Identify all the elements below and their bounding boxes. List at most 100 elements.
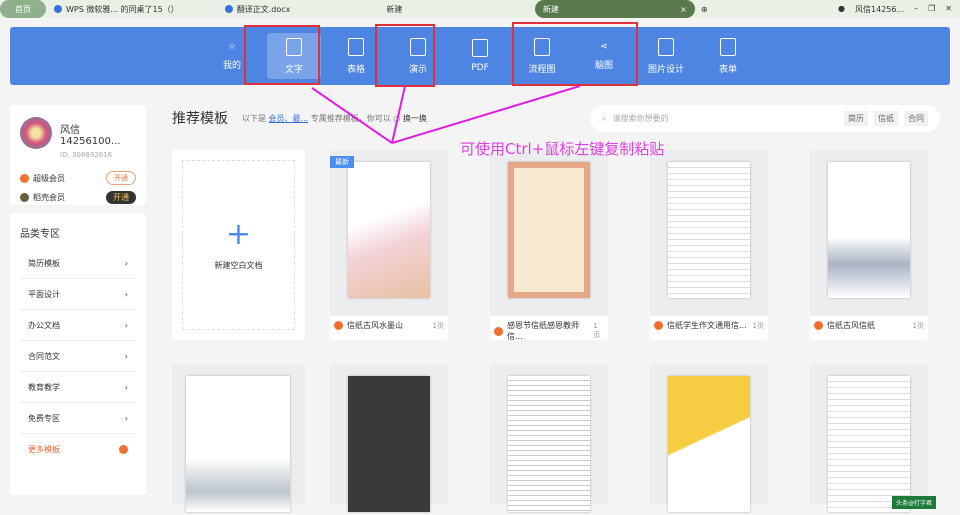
highlight-box: [375, 24, 435, 87]
search-input[interactable]: 请搜索你想要的: [612, 113, 668, 124]
category-item[interactable]: 教育教学 ›: [20, 372, 136, 403]
tab-new1[interactable]: 新建: [378, 0, 410, 18]
subtitle-text: 专属推荐模板，你可以: [310, 113, 391, 123]
doc-type-nav: ☆ 我的 文字 表格 演示 PDF 流程图 ⋖ 脑图 图片设计 表单: [10, 27, 950, 85]
category-item[interactable]: 办公文档 ›: [20, 310, 136, 341]
category-item[interactable]: 免费专区 ›: [20, 403, 136, 434]
template-search[interactable]: ⌕ 请搜索你想要的 简历 信纸 合同: [590, 105, 940, 132]
nav-image-design[interactable]: 图片设计: [639, 33, 693, 79]
recommend-subtitle: 以下是 会员、最... 专属推荐模板，你可以 ○ 换一换: [242, 113, 427, 123]
template-title: 信纸古风水墨山: [347, 321, 403, 330]
page-count: 1页: [432, 321, 444, 330]
template-thumbnail: [668, 376, 750, 512]
search-tag[interactable]: 合同: [904, 111, 928, 126]
account-name[interactable]: 风信14256...: [855, 4, 904, 15]
category-label: 合同范文: [28, 351, 60, 361]
user-name: 风信14256100...: [60, 125, 121, 147]
tab-doc1[interactable]: WPS 微软雅... 的同桌了15（）: [46, 0, 187, 18]
plus-icon: +: [225, 216, 252, 252]
template-title: 信纸学生作文通用信...: [667, 321, 747, 330]
chevron-right-icon: ›: [124, 320, 128, 330]
add-tab-icon[interactable]: ⊕: [701, 5, 708, 14]
nav-pdf[interactable]: PDF: [453, 33, 507, 79]
docer-vip-icon: [20, 193, 29, 202]
chevron-right-icon: ›: [124, 382, 128, 392]
new-badge: 最新: [330, 156, 354, 168]
table-icon: [348, 37, 364, 56]
tab-label: 首页: [15, 4, 31, 14]
tab-bar: 首页 WPS 微软雅... 的同桌了15（） 翻译正文.docx 新建 新建 × …: [0, 0, 960, 18]
star-icon: ☆: [227, 41, 237, 52]
refresh-button[interactable]: 换一换: [403, 114, 427, 123]
template-card[interactable]: 信纸古风信纸 1页: [810, 150, 928, 340]
new-blank-document[interactable]: + 新建空白文档: [172, 150, 305, 340]
user-id: ID: 306892616: [60, 151, 113, 159]
page-count: 1页: [912, 321, 924, 330]
tab-label: WPS 微软雅... 的同桌了15（）: [66, 4, 179, 14]
maximize-icon[interactable]: ❐: [928, 4, 935, 15]
pdf-icon: [472, 39, 488, 57]
template-thumbnail: [828, 162, 910, 298]
close-window-icon[interactable]: ✕: [945, 4, 952, 15]
nav-label: 表格: [346, 64, 365, 75]
template-thumbnail: [828, 376, 910, 512]
super-vip-icon: [20, 173, 29, 183]
account-avatar-icon[interactable]: ●: [838, 4, 845, 15]
watermark: 头条@打字君: [891, 496, 936, 509]
search-tag[interactable]: 信纸: [874, 111, 898, 126]
minimize-icon[interactable]: –: [914, 4, 918, 15]
template-thumbnail: [186, 376, 290, 512]
category-item[interactable]: 简历模板 ›: [20, 248, 136, 279]
tab-label: 新建: [386, 4, 403, 14]
template-thumbnail: [668, 162, 750, 298]
category-label: 平面设计: [28, 289, 60, 299]
tab-home[interactable]: 首页: [0, 0, 46, 18]
nav-form[interactable]: 表单: [701, 33, 755, 79]
template-thumbnail: [508, 376, 590, 512]
template-thumbnail: [348, 376, 430, 512]
template-card[interactable]: 最新 信纸古风水墨山 1页: [330, 150, 448, 340]
category-label: 更多模板: [28, 445, 60, 454]
open-docer-vip-button[interactable]: 开通: [106, 191, 136, 204]
tab-doc2[interactable]: 翻译正文.docx: [217, 0, 299, 18]
tab-new-active[interactable]: 新建 ×: [534, 0, 695, 18]
nav-label: 表单: [718, 64, 737, 75]
search-tag[interactable]: 简历: [844, 111, 868, 126]
template-thumbnail: [348, 162, 430, 298]
category-label: 简历模板: [28, 258, 60, 268]
image-design-icon: [658, 37, 674, 56]
docer-icon: [334, 321, 343, 330]
chevron-right-icon: ›: [124, 413, 128, 423]
subtitle-link[interactable]: 会员、最...: [269, 114, 309, 123]
template-card[interactable]: [490, 364, 608, 512]
user-card: 风信14256100... ID: 306892616 超级会员 开通 稻壳会员开…: [10, 105, 146, 205]
nav-label: 我的: [222, 60, 241, 71]
template-card[interactable]: 信纸学生作文通用信... 1页: [650, 150, 768, 340]
template-card[interactable]: [330, 364, 448, 512]
template-card[interactable]: [810, 364, 928, 512]
vip-label: 稻壳会员: [33, 193, 65, 202]
annotation-text: 可使用Ctrl+鼠标左键复制粘贴: [460, 140, 665, 158]
open-super-vip-button[interactable]: 开通: [106, 171, 136, 185]
search-icon: ⌕: [602, 113, 607, 123]
page-count: 1页: [752, 321, 764, 330]
category-item[interactable]: 合同范文 ›: [20, 341, 136, 372]
chevron-right-icon: ›: [124, 258, 128, 268]
template-card[interactable]: [650, 364, 768, 512]
chevron-right-icon: ›: [124, 351, 128, 361]
close-icon[interactable]: ×: [680, 5, 687, 14]
section-title: 推荐模板: [172, 111, 228, 127]
category-more[interactable]: 更多模板: [20, 434, 136, 465]
template-card[interactable]: 感恩节信纸感恩教师信... 1页: [490, 150, 608, 341]
docer-icon: [814, 321, 823, 330]
nav-label: 图片设计: [647, 64, 684, 75]
vip-row: 超级会员 开通: [20, 171, 136, 185]
avatar[interactable]: [20, 117, 52, 149]
page-count: 1页: [593, 322, 601, 339]
highlight-box: [512, 22, 638, 86]
category-item[interactable]: 平面设计 ›: [20, 279, 136, 310]
template-card[interactable]: [172, 364, 305, 512]
vip-label: 超级会员: [33, 173, 65, 183]
category-label: 教育教学: [28, 382, 60, 392]
wps-icon: [54, 5, 62, 13]
